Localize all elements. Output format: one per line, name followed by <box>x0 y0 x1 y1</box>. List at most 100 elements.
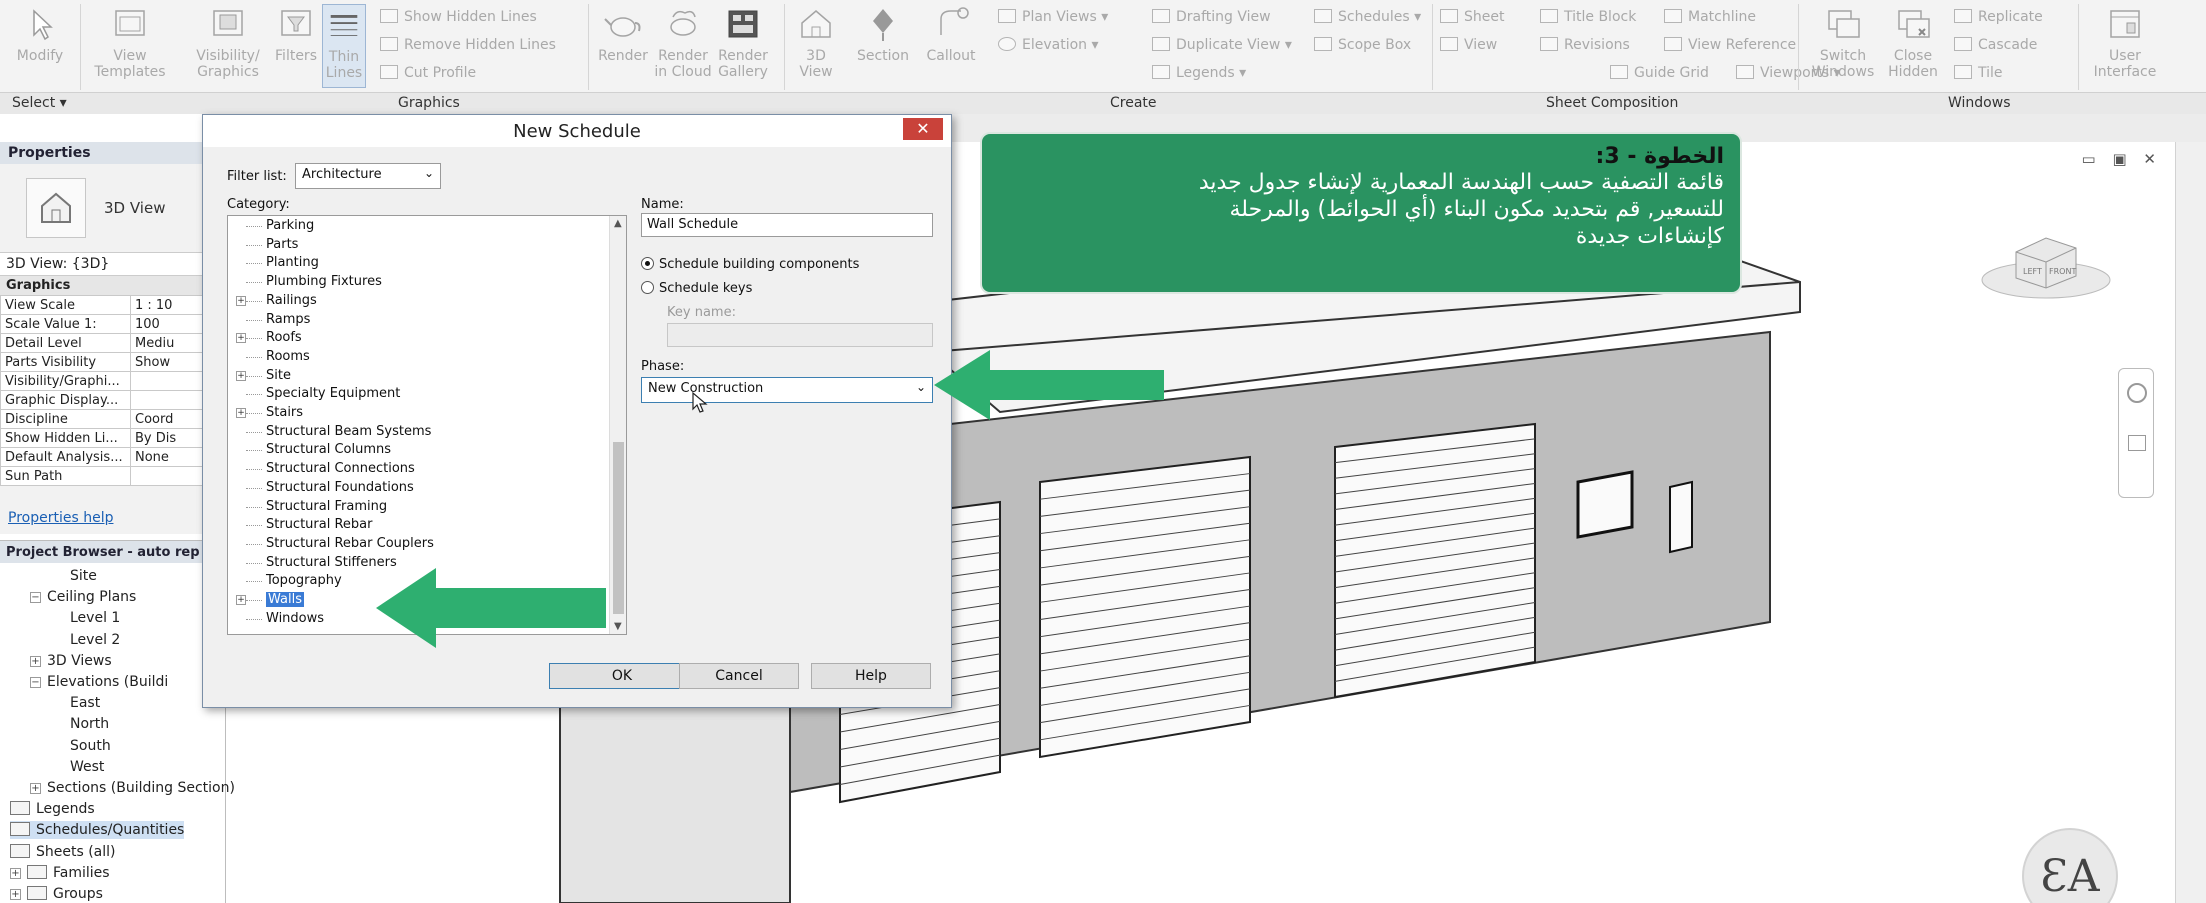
expand-icon[interactable]: + <box>30 655 41 667</box>
view-templates-button[interactable]: View Templates <box>88 4 172 80</box>
expand-icon[interactable]: + <box>10 867 21 879</box>
category-item[interactable]: Structural Framing <box>266 499 387 514</box>
scroll-thumb[interactable] <box>613 442 624 614</box>
view-reference-button[interactable]: View Reference <box>1664 36 1796 54</box>
schedule-building-components-radio[interactable]: Schedule building components <box>641 257 859 272</box>
category-item[interactable]: Rooms <box>266 349 310 364</box>
category-item[interactable]: Railings <box>266 293 317 308</box>
category-item[interactable]: Windows <box>266 611 324 626</box>
property-row[interactable]: Sun Path <box>0 466 206 486</box>
category-item[interactable]: Planting <box>266 255 319 270</box>
category-list-scrollbar[interactable]: ▲ ▼ <box>609 216 626 634</box>
thin-lines-button[interactable]: Thin Lines <box>322 4 366 88</box>
property-row[interactable]: Discipline Coord <box>0 409 206 429</box>
instance-filter[interactable]: 3D View: {3D} <box>0 252 225 276</box>
browser-item[interactable]: North <box>70 715 109 733</box>
ok-button[interactable]: OK <box>549 663 695 689</box>
category-item[interactable]: Ramps <box>266 312 310 327</box>
category-item[interactable]: Structural Beam Systems <box>266 424 431 439</box>
title-block-button[interactable]: Title Block <box>1540 8 1636 26</box>
expand-icon[interactable]: + <box>236 370 246 381</box>
property-row[interactable]: Visibility/Graphi... <box>0 371 206 391</box>
render-gallery-button[interactable]: Render Gallery <box>714 4 772 80</box>
category-item[interactable]: Walls <box>266 592 304 607</box>
category-item[interactable]: Structural Columns <box>266 442 391 457</box>
collapse-icon[interactable]: − <box>30 592 41 604</box>
render-cloud-button[interactable]: Render in Cloud <box>654 4 712 80</box>
cancel-button[interactable]: Cancel <box>679 663 799 689</box>
steering-wheel-icon[interactable] <box>2127 383 2147 403</box>
schedule-keys-radio[interactable]: Schedule keys <box>641 281 752 296</box>
browser-item[interactable]: + Sections (Building Section) <box>30 779 235 797</box>
property-value[interactable]: 100 <box>130 314 206 334</box>
expand-icon[interactable]: + <box>236 595 246 605</box>
dialog-close-button[interactable]: ✕ <box>903 118 943 140</box>
graphics-group-header[interactable]: Graphics <box>0 276 225 295</box>
scope-box-button[interactable]: Scope Box <box>1314 36 1411 54</box>
close-hidden-button[interactable]: Close Hidden <box>1880 4 1946 80</box>
viewcube[interactable]: LEFT FRONT <box>1976 222 2116 302</box>
browser-item[interactable]: Legends <box>10 800 95 818</box>
property-row[interactable]: Detail Level Mediu <box>0 333 206 353</box>
browser-item[interactable]: + Families <box>10 864 110 882</box>
browser-item[interactable]: Sheets (all) <box>10 843 116 861</box>
user-interface-button[interactable]: User Interface <box>2086 4 2164 80</box>
show-hidden-lines-button[interactable]: Show Hidden Lines <box>380 8 537 26</box>
legends-dropdown[interactable]: Legends ▾ <box>1152 64 1246 82</box>
expand-icon[interactable]: + <box>10 889 21 900</box>
property-value[interactable] <box>130 390 206 410</box>
browser-item[interactable]: Level 1 <box>70 609 120 627</box>
browser-item[interactable]: Site <box>70 567 97 585</box>
properties-help-link[interactable]: Properties help <box>8 510 113 526</box>
category-item[interactable]: Parts <box>266 237 298 252</box>
category-item[interactable]: Structural Connections <box>266 461 415 476</box>
browser-item[interactable]: Level 2 <box>70 631 120 649</box>
property-value[interactable]: Mediu <box>130 333 206 353</box>
drafting-view-button[interactable]: Drafting View <box>1152 8 1271 26</box>
property-row[interactable]: Default Analysis... None <box>0 447 206 467</box>
expand-icon[interactable]: + <box>236 408 246 418</box>
schedule-name-input[interactable]: Wall Schedule <box>641 213 933 237</box>
section-button[interactable]: Section <box>848 4 918 64</box>
collapse-icon[interactable]: − <box>30 677 41 688</box>
phase-select[interactable]: New Construction ⌄ <box>641 377 933 403</box>
category-item[interactable]: Structural Rebar Couplers <box>266 536 434 551</box>
category-item[interactable]: Parking <box>266 218 314 233</box>
browser-item[interactable]: − Elevations (Buildi <box>30 673 168 691</box>
property-row[interactable]: Show Hidden Li... By Dis <box>0 428 206 448</box>
property-value[interactable]: None <box>130 447 206 467</box>
browser-item[interactable]: − Ceiling Plans <box>30 588 136 606</box>
type-selector[interactable]: 3D View <box>0 164 225 252</box>
browser-item[interactable]: + Groups <box>10 885 103 903</box>
modify-button[interactable]: Modify <box>8 4 72 64</box>
replicate-button[interactable]: Replicate <box>1954 8 2043 26</box>
category-item[interactable]: Stairs <box>266 405 303 420</box>
expand-icon[interactable]: + <box>236 295 246 306</box>
category-item[interactable]: Plumbing Fixtures <box>266 274 382 289</box>
property-row[interactable]: Graphic Display... <box>0 390 206 410</box>
browser-item[interactable]: West <box>70 758 104 776</box>
category-item[interactable]: Roofs <box>266 330 302 345</box>
3d-view-button[interactable]: 3D View <box>790 4 842 80</box>
matchline-button[interactable]: Matchline <box>1664 8 1756 26</box>
zoom-icon[interactable] <box>2128 435 2146 451</box>
property-value[interactable]: Show <box>130 352 206 372</box>
category-item[interactable]: Structural Rebar <box>266 517 372 532</box>
filters-button[interactable]: Filters <box>268 4 324 64</box>
browser-item[interactable]: Schedules/Quantities <box>10 821 185 840</box>
property-value[interactable]: Coord <box>130 409 206 429</box>
property-value[interactable]: By Dis <box>130 428 206 448</box>
select-dropdown[interactable]: Select ▾ <box>12 95 67 111</box>
filter-list-select[interactable]: Architecture ⌄ <box>295 163 441 189</box>
scroll-down-icon[interactable]: ▼ <box>614 621 622 632</box>
category-item[interactable]: Specialty Equipment <box>266 386 400 401</box>
remove-hidden-lines-button[interactable]: Remove Hidden Lines <box>380 36 556 54</box>
viewport-scrollbar[interactable] <box>2175 142 2206 903</box>
scroll-up-icon[interactable]: ▲ <box>614 218 622 229</box>
category-item[interactable]: Structural Foundations <box>266 480 414 495</box>
browser-item[interactable]: East <box>70 694 100 712</box>
revisions-button[interactable]: Revisions <box>1540 36 1630 54</box>
property-row[interactable]: Scale Value 1: 100 <box>0 314 206 334</box>
category-item[interactable]: Site <box>266 368 291 383</box>
view-button[interactable]: View <box>1440 36 1497 54</box>
